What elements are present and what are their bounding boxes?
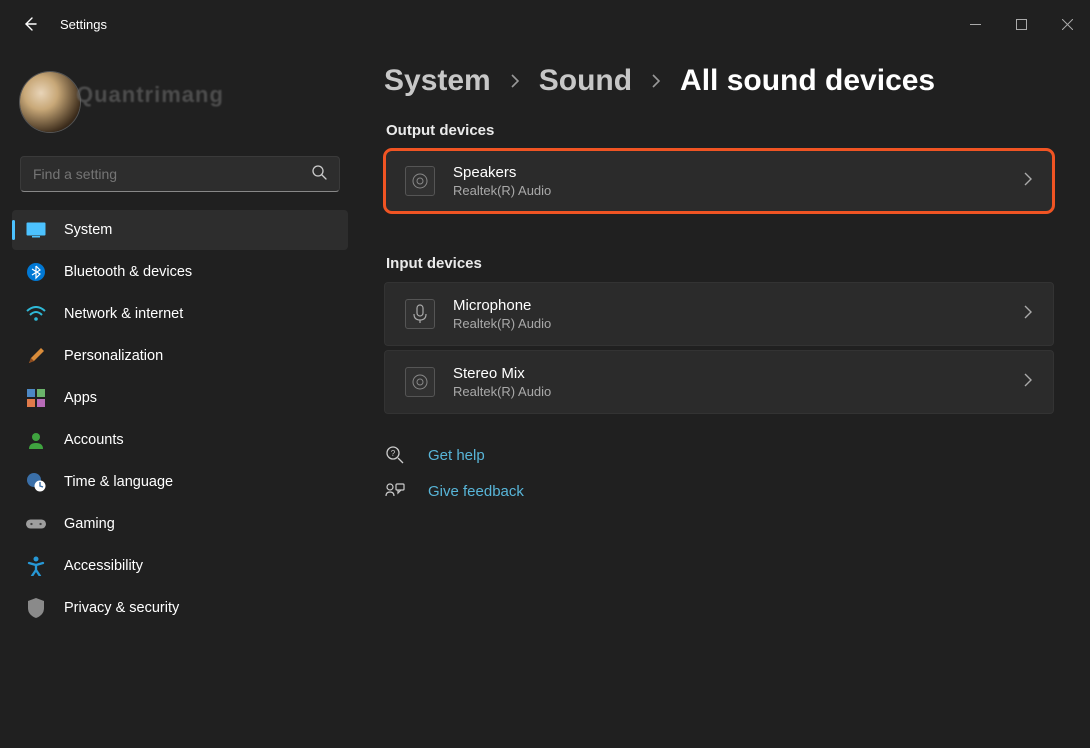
app-title: Settings	[60, 17, 107, 32]
nav-label: Accessibility	[64, 558, 143, 574]
nav-time-language[interactable]: Time & language	[12, 462, 348, 502]
help-icon: ?	[384, 444, 406, 466]
nav-label: Personalization	[64, 348, 163, 364]
person-icon	[26, 430, 46, 450]
device-driver: Realtek(R) Audio	[453, 384, 1005, 399]
back-arrow-icon	[22, 16, 38, 32]
input-device-microphone[interactable]: Microphone Realtek(R) Audio	[384, 282, 1054, 346]
speaker-icon	[405, 367, 435, 397]
search-field[interactable]	[33, 166, 311, 182]
device-name: Speakers	[453, 164, 1005, 181]
nav-accounts[interactable]: Accounts	[12, 420, 348, 460]
feedback-icon	[384, 480, 406, 502]
chevron-right-icon	[1023, 372, 1033, 393]
nav-network[interactable]: Network & internet	[12, 294, 348, 334]
nav-label: Apps	[64, 390, 97, 406]
device-driver: Realtek(R) Audio	[453, 316, 1005, 331]
nav-label: Bluetooth & devices	[64, 264, 192, 280]
speaker-icon	[405, 166, 435, 196]
nav-apps[interactable]: Apps	[12, 378, 348, 418]
minimize-icon	[970, 19, 981, 30]
nav-list: System Bluetooth & devices Network & int…	[12, 210, 348, 628]
gamepad-icon	[26, 514, 46, 534]
minimize-button[interactable]	[952, 8, 998, 40]
nav-label: Gaming	[64, 516, 115, 532]
nav-label: Network & internet	[64, 306, 183, 322]
chevron-right-icon	[509, 73, 521, 89]
help-links: ? Get help Give feedback	[384, 444, 1054, 502]
brush-icon	[26, 346, 46, 366]
system-icon	[26, 220, 46, 240]
nav-gaming[interactable]: Gaming	[12, 504, 348, 544]
maximize-button[interactable]	[998, 8, 1044, 40]
sidebar: Quantrimang System	[0, 48, 360, 748]
clock-globe-icon	[26, 472, 46, 492]
nav-label: Accounts	[64, 432, 124, 448]
search-icon	[311, 164, 327, 185]
output-device-speakers[interactable]: Speakers Realtek(R) Audio	[384, 149, 1054, 213]
chevron-right-icon	[650, 73, 662, 89]
window-controls	[952, 8, 1090, 40]
chevron-right-icon	[1023, 171, 1033, 192]
chevron-right-icon	[1023, 304, 1033, 325]
device-name: Stereo Mix	[453, 365, 1005, 382]
bluetooth-icon	[26, 262, 46, 282]
apps-icon	[26, 388, 46, 408]
nav-label: Privacy & security	[64, 600, 179, 616]
input-section-label: Input devices	[386, 255, 1054, 272]
breadcrumb-system[interactable]: System	[384, 64, 491, 98]
get-help-link[interactable]: Get help	[428, 447, 485, 464]
breadcrumb-sound[interactable]: Sound	[539, 64, 632, 98]
maximize-icon	[1016, 19, 1027, 30]
breadcrumb: System Sound All sound devices	[384, 64, 1054, 98]
nav-label: System	[64, 222, 112, 238]
nav-label: Time & language	[64, 474, 173, 490]
close-icon	[1062, 19, 1073, 30]
shield-icon	[26, 598, 46, 618]
titlebar: Settings	[0, 0, 1090, 48]
nav-privacy[interactable]: Privacy & security	[12, 588, 348, 628]
breadcrumb-current: All sound devices	[680, 64, 935, 98]
device-driver: Realtek(R) Audio	[453, 183, 1005, 198]
nav-system[interactable]: System	[12, 210, 348, 250]
nav-accessibility[interactable]: Accessibility	[12, 546, 348, 586]
watermark-text: Quantrimang	[76, 82, 224, 108]
close-button[interactable]	[1044, 8, 1090, 40]
device-name: Microphone	[453, 297, 1005, 314]
nav-bluetooth[interactable]: Bluetooth & devices	[12, 252, 348, 292]
nav-personalization[interactable]: Personalization	[12, 336, 348, 376]
input-device-stereo-mix[interactable]: Stereo Mix Realtek(R) Audio	[384, 350, 1054, 414]
output-section-label: Output devices	[386, 122, 1054, 139]
user-profile[interactable]: Quantrimang	[12, 64, 348, 152]
search-input[interactable]	[20, 156, 340, 192]
accessibility-icon	[26, 556, 46, 576]
back-button[interactable]	[20, 14, 40, 34]
avatar	[20, 72, 80, 132]
give-feedback-link[interactable]: Give feedback	[428, 483, 524, 500]
microphone-icon	[405, 299, 435, 329]
main-content: System Sound All sound devices Output de…	[360, 48, 1090, 748]
wifi-icon	[26, 304, 46, 324]
svg-text:?: ?	[391, 449, 396, 458]
